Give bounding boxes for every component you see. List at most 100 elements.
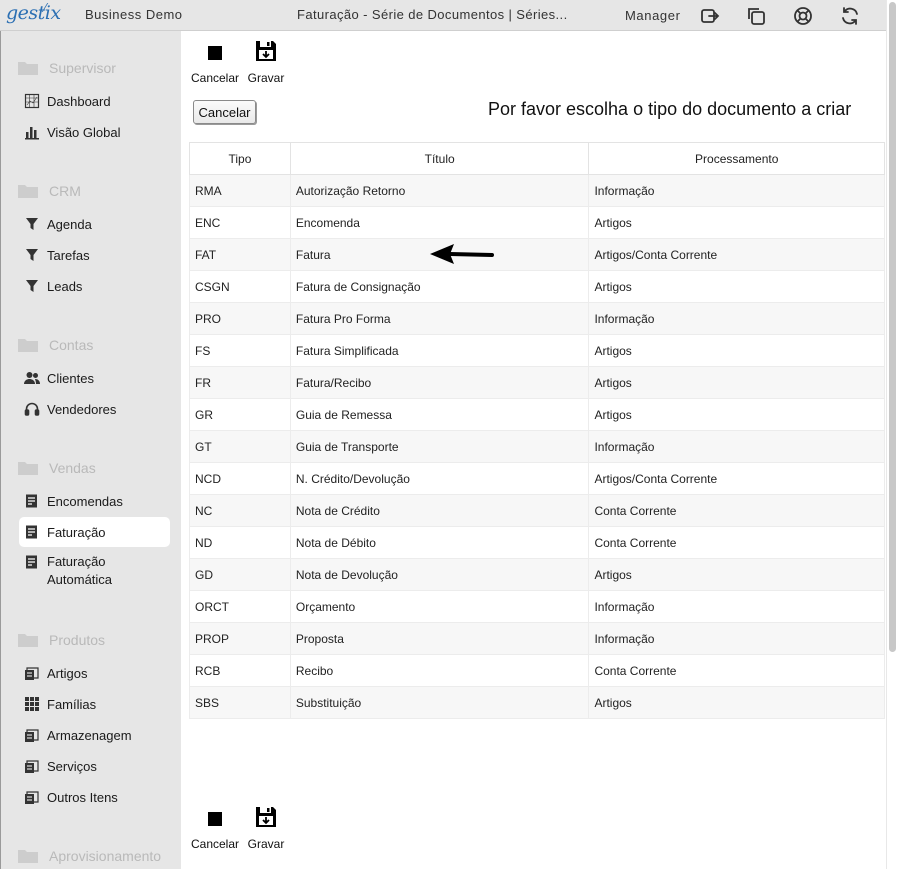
column-header-titulo[interactable]: Título: [289, 142, 590, 175]
table-row[interactable]: PROP Proposta Informação: [189, 622, 885, 655]
sidebar-section-supervisor[interactable]: Supervisor: [17, 58, 116, 78]
cell-tipo: PRO: [189, 302, 291, 335]
cell-tipo: FAT: [189, 238, 291, 271]
top-bar: gestix ⁄ Business Demo Faturação - Série …: [0, 0, 886, 31]
table-row[interactable]: FR Fatura/Recibo Artigos: [189, 366, 885, 399]
table-row[interactable]: GT Guia de Transporte Informação: [189, 430, 885, 463]
table-row[interactable]: PRO Fatura Pro Forma Informação: [189, 302, 885, 335]
top-save-action[interactable]: Gravar: [241, 39, 291, 85]
save-icon: [254, 805, 278, 834]
table-row[interactable]: GD Nota de Devolução Artigos: [189, 558, 885, 591]
sidebar-section-produtos[interactable]: Produtos: [17, 630, 105, 650]
sidebar-section-aprovisionamento[interactable]: Aprovisionamento: [17, 846, 161, 866]
cell-tipo: ENC: [189, 206, 291, 239]
cell-tipo: SBS: [189, 686, 291, 719]
column-header-tipo[interactable]: Tipo: [189, 142, 291, 175]
table-row[interactable]: NC Nota de Crédito Conta Corrente: [189, 494, 885, 527]
sidebar-item-label: Armazenagem: [47, 727, 132, 743]
cell-processamento: Artigos: [588, 334, 885, 367]
sidebar-item-dashboard[interactable]: Dashboard: [19, 86, 170, 116]
bar-chart-icon: [23, 124, 41, 140]
sidebar-item-servicos[interactable]: Serviços: [19, 751, 170, 781]
sidebar-section-vendas[interactable]: Vendas: [17, 458, 96, 478]
table-row[interactable]: RMA Autorização Retorno Informação: [189, 174, 885, 207]
cell-titulo: Fatura Simplificada: [289, 334, 590, 367]
filter-icon: [23, 247, 41, 263]
section-label: Vendas: [49, 460, 96, 476]
sidebar-item-artigos[interactable]: Artigos: [19, 658, 170, 688]
cancel-button[interactable]: Cancelar: [193, 100, 256, 124]
sidebar-section-crm[interactable]: CRM: [17, 181, 81, 201]
sidebar-item-encomendas[interactable]: Encomendas: [19, 486, 170, 516]
sidebar-item-label: Leads: [47, 278, 83, 294]
sidebar-item-tarefas[interactable]: Tarefas: [19, 240, 170, 270]
bottom-save-action[interactable]: Gravar: [241, 805, 291, 851]
cell-titulo: Autorização Retorno: [289, 174, 590, 207]
cell-processamento: Informação: [588, 174, 885, 207]
sidebar-item-label: Dashboard: [47, 93, 111, 109]
window-title: Faturação - Série de Documentos | Séries…: [297, 7, 568, 22]
company-name[interactable]: Business Demo: [85, 7, 183, 22]
bottom-cancel-action[interactable]: Cancelar: [190, 805, 240, 851]
table-row[interactable]: CSGN Fatura de Consignação Artigos: [189, 270, 885, 303]
cell-tipo: PROP: [189, 622, 291, 655]
table-row[interactable]: ND Nota de Débito Conta Corrente: [189, 526, 885, 559]
table-row[interactable]: NCD N. Crédito/Devolução Artigos/Conta Cor…: [189, 462, 885, 495]
cell-tipo: ND: [189, 526, 291, 559]
windows-icon[interactable]: [745, 5, 767, 27]
sidebar-item-label: Outros Itens: [47, 789, 118, 805]
cell-processamento: Artigos: [588, 686, 885, 719]
cell-titulo: Fatura/Recibo: [289, 366, 590, 399]
sidebar-item-label: Vendedores: [47, 401, 117, 417]
folder-icon: [17, 60, 39, 76]
table-row[interactable]: FS Fatura Simplificada Artigos: [189, 334, 885, 367]
sidebar-item-label: Tarefas: [47, 247, 90, 263]
table-row[interactable]: FAT Fatura Artigos/Conta Corrente: [189, 238, 885, 271]
cell-tipo: NCD: [189, 462, 291, 495]
table-row[interactable]: RCB Recibo Conta Corrente: [189, 654, 885, 687]
cell-titulo: Proposta: [289, 622, 590, 655]
table-row[interactable]: GR Guia de Remessa Artigos: [189, 398, 885, 431]
cell-processamento: Conta Corrente: [588, 654, 885, 687]
logout-icon[interactable]: [699, 5, 721, 27]
stop-icon: [208, 812, 222, 826]
sidebar-item-visao-global[interactable]: Visão Global: [19, 117, 170, 147]
folder-icon: [17, 460, 39, 476]
sidebar-item-agenda[interactable]: Agenda: [19, 209, 170, 239]
save-icon: [254, 39, 278, 68]
filter-icon: [23, 216, 41, 232]
cell-tipo: CSGN: [189, 270, 291, 303]
table-row[interactable]: ORCT Orçamento Informação: [189, 590, 885, 623]
table-row[interactable]: ENC Encomenda Artigos: [189, 206, 885, 239]
sidebar-section-contas[interactable]: Contas: [17, 335, 93, 355]
action-label: Cancelar: [190, 71, 240, 85]
table-header-row: Tipo Título Processamento: [189, 142, 885, 175]
folder-icon: [17, 337, 39, 353]
sidebar-item-label: Visão Global: [47, 124, 121, 140]
cell-titulo: N. Crédito/Devolução: [289, 462, 590, 495]
sidebar-item-label: Serviços: [47, 758, 97, 774]
help-lifebuoy-icon[interactable]: [792, 5, 814, 27]
stop-icon: [208, 46, 222, 60]
sidebar-item-label: Famílias: [47, 696, 97, 712]
sidebar-item-outros-itens[interactable]: Outros Itens: [19, 782, 170, 812]
cell-processamento: Informação: [588, 590, 885, 623]
user-menu[interactable]: Manager: [625, 8, 681, 23]
sidebar-item-familias[interactable]: Famílias: [19, 689, 170, 719]
sidebar-item-clientes[interactable]: Clientes: [19, 363, 170, 393]
cell-titulo: Nota de Devolução: [289, 558, 590, 591]
refresh-icon[interactable]: [839, 5, 861, 27]
sidebar-item-faturacao[interactable]: Faturação: [19, 517, 170, 547]
gestix-logo[interactable]: gestix ⁄: [6, 1, 61, 24]
cell-processamento: Informação: [588, 302, 885, 335]
column-header-processamento[interactable]: Processamento: [588, 142, 885, 175]
table-row[interactable]: SBS Substituição Artigos: [189, 686, 885, 719]
cell-titulo: Recibo: [289, 654, 590, 687]
sidebar-item-armazenagem[interactable]: Armazenagem: [19, 720, 170, 750]
action-label: Cancelar: [190, 837, 240, 851]
top-cancel-action[interactable]: Cancelar: [190, 39, 240, 85]
sidebar-item-vendedores[interactable]: Vendedores: [19, 394, 170, 424]
scrollbar-thumb[interactable]: [889, 2, 896, 652]
sidebar-item-faturacao-automatica[interactable]: Faturação Automática: [19, 549, 170, 593]
sidebar-item-leads[interactable]: Leads: [19, 271, 170, 301]
